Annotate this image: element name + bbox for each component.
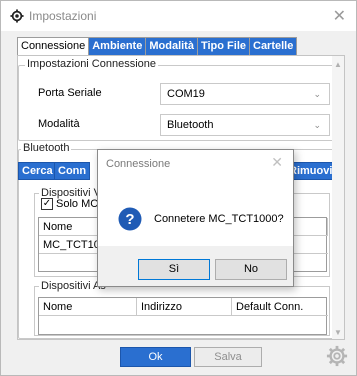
associated-devices-table: Nome Indirizzo Default Conn.: [38, 297, 328, 335]
tab-strip: Connessione Ambiente Modalità Tipo File …: [17, 37, 298, 57]
title-bar: Impostazioni ✕: [1, 1, 356, 31]
associated-devices-group: Dispositivi As Nome Indirizzo Default Co…: [34, 280, 330, 336]
chevron-down-icon: ⌄: [313, 89, 321, 99]
tab-modalita[interactable]: Modalità: [146, 37, 198, 56]
svg-text:?: ?: [125, 211, 134, 228]
only-mc4-checkbox[interactable]: ✓ Solo MC4: [41, 198, 104, 210]
save-button[interactable]: Salva: [194, 347, 262, 367]
column-header-address: Indirizzo: [137, 298, 232, 316]
chevron-down-icon: ⌄: [313, 120, 321, 130]
serial-port-label: Porta Seriale: [38, 87, 102, 99]
connection-settings-group: Impostazioni Connessione Porta Seriale C…: [18, 58, 334, 141]
scroll-up-icon[interactable]: ▲: [334, 60, 342, 69]
checkmark-icon: ✓: [41, 198, 53, 210]
settings-window: Impostazioni ✕ Connessione Ambiente Moda…: [0, 0, 357, 376]
mode-label: Modalità: [38, 118, 80, 130]
no-button[interactable]: No: [215, 259, 287, 280]
column-header-default-conn: Default Conn.: [232, 298, 328, 316]
window-close-button[interactable]: ✕: [333, 6, 346, 26]
question-icon: ?: [118, 207, 142, 231]
scroll-down-icon[interactable]: ▼: [334, 328, 342, 337]
dialog-close-button[interactable]: ✕: [271, 154, 283, 171]
tab-tipo-file[interactable]: Tipo File: [197, 37, 250, 56]
tab-ambiente[interactable]: Ambiente: [89, 37, 147, 56]
confirm-connection-dialog: Connessione ✕ ? Connetere MC_TCT1000? Sì…: [97, 149, 294, 287]
gear-icon[interactable]: [326, 345, 348, 367]
mode-value: Bluetooth: [167, 119, 214, 131]
connection-settings-legend: Impostazioni Connessione: [25, 58, 159, 70]
tab-connessione[interactable]: Connessione: [17, 37, 90, 57]
window-title: Impostazioni: [29, 9, 97, 23]
connect-button[interactable]: Conn: [54, 162, 91, 180]
dialog-title: Connessione: [106, 158, 171, 170]
tab-cartelle[interactable]: Cartelle: [250, 37, 298, 56]
mode-select[interactable]: Bluetooth ⌄: [160, 114, 330, 136]
ok-button[interactable]: Ok: [120, 347, 191, 367]
column-header-name: Nome: [39, 298, 137, 316]
gear-icon: [10, 9, 24, 23]
search-button[interactable]: Cerca: [18, 162, 57, 180]
serial-port-value: COM19: [167, 88, 205, 100]
vertical-scrollbar[interactable]: ▲ ▼: [332, 56, 344, 339]
dialog-message: Connetere MC_TCT1000?: [154, 213, 284, 225]
serial-port-select[interactable]: COM19 ⌄: [160, 83, 330, 105]
yes-button[interactable]: Sì: [138, 259, 210, 280]
bluetooth-legend: Bluetooth: [21, 142, 72, 154]
